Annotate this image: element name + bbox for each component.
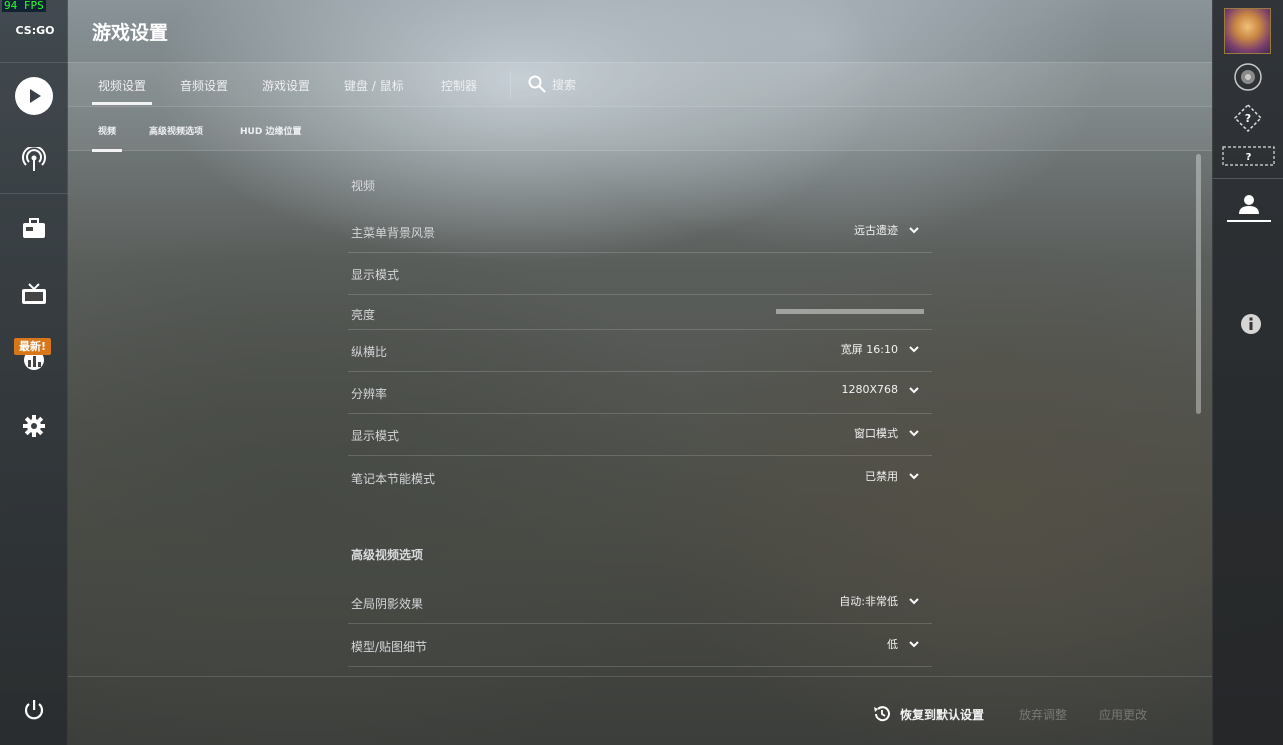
chevron-down-icon xyxy=(909,598,919,605)
setting-label: 显示模式 xyxy=(351,429,400,443)
play-icon xyxy=(15,77,53,115)
right-divider xyxy=(1213,178,1283,179)
settings-subtabs: 视频 高级视频选项 HUD 边缘位置 xyxy=(68,107,1212,152)
play-button[interactable] xyxy=(14,76,54,116)
inventory-icon xyxy=(23,218,45,238)
page-title: 游戏设置 xyxy=(92,22,169,44)
setting-dropdown[interactable]: 远古遗迹 xyxy=(854,222,920,238)
content-scrollbar[interactable] xyxy=(1196,154,1201,414)
setting-row: 显示模式 xyxy=(348,253,932,295)
tab-controller[interactable]: 控制器 xyxy=(441,77,477,94)
setting-label: 显示模式 xyxy=(351,268,400,282)
setting-value: 窗口模式 xyxy=(854,427,898,440)
subtab-hud-edge[interactable]: HUD 边缘位置 xyxy=(240,124,301,137)
setting-value: 1280X768 xyxy=(841,383,898,396)
tab-separator xyxy=(510,71,511,99)
unknown-badge-icon[interactable]: ? xyxy=(1222,146,1275,166)
chevron-down-icon xyxy=(909,227,919,234)
power-icon xyxy=(24,700,44,720)
left-sidebar: CS:GO 最新! xyxy=(0,0,68,745)
watch-button[interactable] xyxy=(14,274,54,314)
quit-button[interactable] xyxy=(14,690,54,730)
unknown-rank-icon[interactable]: ? xyxy=(1233,103,1263,133)
setting-row[interactable]: 纵横比 宽屏 16:10 xyxy=(348,330,932,372)
search-icon xyxy=(528,75,546,93)
profile-icon xyxy=(1239,195,1259,214)
setting-dropdown[interactable]: 宽屏 16:10 xyxy=(841,341,920,357)
inventory-button[interactable] xyxy=(14,208,54,248)
chevron-down-icon xyxy=(909,386,919,393)
setting-label: 纵横比 xyxy=(351,345,388,359)
info-button[interactable] xyxy=(1240,313,1262,335)
tab-audio[interactable]: 音频设置 xyxy=(180,77,228,94)
discard-changes-button[interactable]: 放弃调整 xyxy=(1019,706,1067,723)
left-divider xyxy=(0,62,68,63)
setting-value: 自动:非常低 xyxy=(839,595,898,608)
setting-label: 模型/贴图细节 xyxy=(351,640,428,654)
subtab-video[interactable]: 视频 xyxy=(91,124,123,152)
chevron-down-icon xyxy=(909,641,919,648)
apply-changes-button[interactable]: 应用更改 xyxy=(1099,706,1147,723)
chevron-down-icon xyxy=(909,473,919,480)
restore-icon xyxy=(874,706,890,722)
new-badge: 最新! xyxy=(14,338,52,355)
setting-dropdown[interactable]: 低 xyxy=(887,636,920,652)
broadcast-icon xyxy=(22,147,46,171)
setting-row[interactable]: 笔记本节能模式 已禁用 xyxy=(348,457,932,499)
setting-label: 主菜单背景风景 xyxy=(351,226,436,240)
section-title-advanced: 高级视频选项 xyxy=(351,548,424,562)
setting-label: 分辨率 xyxy=(351,387,388,401)
search-label: 搜索 xyxy=(552,77,577,92)
setting-value: 低 xyxy=(887,638,898,651)
setting-dropdown[interactable]: 1280X768 xyxy=(841,383,920,396)
settings-tabs: 视频设置 音频设置 游戏设置 键盘 / 鼠标 控制器 搜索 xyxy=(68,62,1212,107)
tab-video[interactable]: 视频设置 xyxy=(91,77,153,105)
setting-row: 亮度 xyxy=(348,295,932,330)
setting-label: 亮度 xyxy=(351,308,376,322)
subtab-advanced-video[interactable]: 高级视频选项 xyxy=(149,124,203,137)
watch-broadcast-button[interactable] xyxy=(14,140,54,180)
avatar[interactable] xyxy=(1224,8,1271,54)
setting-label: 笔记本节能模式 xyxy=(351,472,436,486)
setting-row[interactable]: 主菜单背景风景 远古遗迹 xyxy=(348,211,932,253)
setting-dropdown[interactable]: 已禁用 xyxy=(865,468,920,484)
tab-search[interactable]: 搜索 xyxy=(528,75,576,93)
info-icon xyxy=(1241,314,1261,334)
setting-value: 已禁用 xyxy=(865,470,898,483)
settings-button[interactable] xyxy=(14,406,54,446)
csgo-logo: CS:GO xyxy=(15,24,55,37)
svg-text:?: ? xyxy=(1246,152,1252,163)
brightness-slider[interactable] xyxy=(776,309,924,314)
tab-keyboard-mouse[interactable]: 键盘 / 鼠标 xyxy=(344,77,404,94)
setting-row[interactable]: 显示模式 窗口模式 xyxy=(348,414,932,456)
setting-dropdown[interactable]: 窗口模式 xyxy=(854,425,920,441)
tab-game[interactable]: 游戏设置 xyxy=(262,77,310,94)
right-sidebar: ? ? xyxy=(1212,0,1283,745)
setting-row[interactable]: 分辨率 1280X768 xyxy=(348,372,932,414)
profile-button[interactable] xyxy=(1227,188,1271,222)
settings-footer: 恢复到默认设置 放弃调整 应用更改 xyxy=(68,676,1212,745)
left-divider xyxy=(0,193,68,194)
section-title-video: 视频 xyxy=(351,179,376,193)
setting-value: 远古遗迹 xyxy=(854,224,898,237)
restore-defaults-button[interactable]: 恢复到默认设置 xyxy=(872,704,984,724)
settings-icon xyxy=(23,415,45,437)
settings-content: 视频 主菜单背景风景 远古遗迹 显示模式 亮度 纵横比 宽屏 16:10 分辨率… xyxy=(68,151,1212,676)
setting-dropdown[interactable]: 自动:非常低 xyxy=(839,593,920,609)
setting-row[interactable]: 全局阴影效果 自动:非常低 xyxy=(348,582,932,624)
setting-label: 全局阴影效果 xyxy=(351,597,424,611)
setting-value: 宽屏 16:10 xyxy=(840,343,898,356)
restore-defaults-label: 恢复到默认设置 xyxy=(900,707,985,722)
svg-text:?: ? xyxy=(1245,112,1251,125)
chevron-down-icon xyxy=(909,430,919,437)
fps-counter: 94 FPS xyxy=(2,0,46,12)
rank-icon[interactable] xyxy=(1233,62,1263,92)
chevron-down-icon xyxy=(909,346,919,353)
tv-icon xyxy=(22,283,46,304)
setting-row[interactable]: 模型/贴图细节 低 xyxy=(348,625,932,667)
